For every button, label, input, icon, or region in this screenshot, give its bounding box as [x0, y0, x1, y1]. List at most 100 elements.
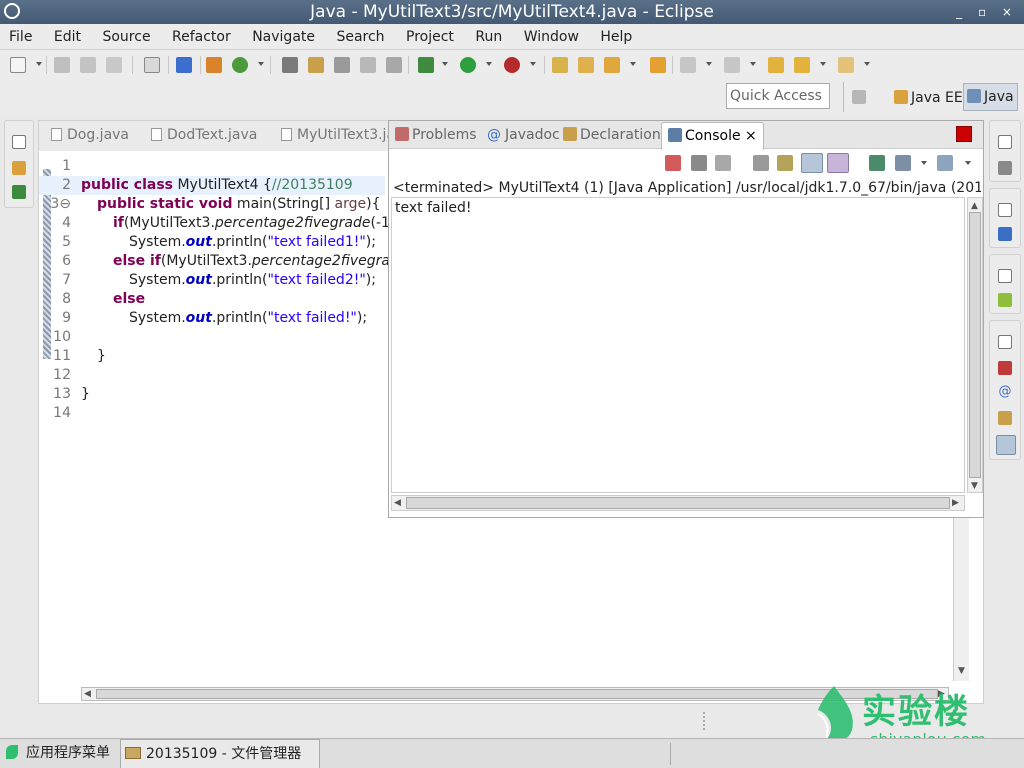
- console-icon[interactable]: [996, 435, 1016, 455]
- console-output[interactable]: text failed!: [391, 197, 965, 493]
- outline-icon[interactable]: [998, 227, 1012, 241]
- pin-console-icon[interactable]: [869, 155, 885, 171]
- menu-file[interactable]: File: [0, 24, 40, 50]
- brush-icon[interactable]: [308, 57, 324, 73]
- console-horizontal-scrollbar[interactable]: ◀ ▶: [391, 495, 965, 511]
- last-edit-icon[interactable]: [768, 57, 784, 73]
- tab-javadoc[interactable]: @ Javadoc: [487, 127, 560, 143]
- tab-problems[interactable]: Problems: [395, 127, 477, 143]
- code-area[interactable]: 1 2 public class MyUtilText4 {//20135109 …: [39, 157, 422, 427]
- javadoc-icon[interactable]: @: [998, 385, 1012, 399]
- tab-console[interactable]: Console ×: [661, 122, 764, 150]
- restore-icon[interactable]: [998, 269, 1012, 283]
- run-dropdown-icon[interactable]: [486, 62, 492, 66]
- menu-run[interactable]: Run: [466, 24, 510, 50]
- menu-project[interactable]: Project: [397, 24, 462, 50]
- prev-dropdown-icon[interactable]: [750, 62, 756, 66]
- perspective-java-button[interactable]: Java: [963, 83, 1018, 111]
- menu-refactor[interactable]: Refactor: [163, 24, 239, 50]
- junit-icon[interactable]: [12, 185, 26, 199]
- external-dropdown-icon[interactable]: [530, 62, 536, 66]
- scroll-thumb[interactable]: [969, 212, 981, 478]
- leaf-icon[interactable]: [998, 293, 1012, 307]
- menu-search[interactable]: Search: [327, 24, 392, 50]
- back-icon[interactable]: [794, 57, 810, 73]
- close-icon[interactable]: ×: [745, 128, 757, 144]
- refresh-icon[interactable]: [232, 57, 248, 73]
- open-console-icon[interactable]: [937, 155, 953, 171]
- annotation-icon[interactable]: [650, 57, 666, 73]
- scroll-left-icon[interactable]: ◀: [84, 688, 91, 700]
- new-dropdown-icon[interactable]: [36, 62, 42, 66]
- binary-icon[interactable]: [144, 57, 160, 73]
- block-icon[interactable]: [386, 57, 402, 73]
- open-type-icon[interactable]: [552, 57, 568, 73]
- task-dropdown-icon[interactable]: [630, 62, 636, 66]
- package-icon[interactable]: [206, 57, 222, 73]
- save-all-icon[interactable]: [80, 57, 96, 73]
- display-dropdown-icon[interactable]: [921, 161, 927, 165]
- clear-console-icon[interactable]: [753, 155, 769, 171]
- forward-dropdown-icon[interactable]: [864, 62, 870, 66]
- show-stdout-icon[interactable]: [801, 153, 823, 173]
- perspective-javaee-button[interactable]: Java EE: [894, 87, 963, 109]
- tab-dodtext-java[interactable]: DodText.java: [151, 127, 257, 143]
- format-icon[interactable]: [360, 57, 376, 73]
- open-folder-icon[interactable]: [578, 57, 594, 73]
- tab-myutiltext3-java[interactable]: MyUtilText3.ja: [281, 127, 395, 143]
- display-console-icon[interactable]: [895, 155, 911, 171]
- pin-icon[interactable]: [176, 57, 192, 73]
- debug-icon[interactable]: [418, 57, 434, 73]
- problems-icon[interactable]: [998, 361, 1012, 375]
- tab-dog-java[interactable]: Dog.java: [51, 127, 129, 143]
- back-dropdown-icon[interactable]: [820, 62, 826, 66]
- save-icon[interactable]: [54, 57, 70, 73]
- scroll-lock-icon[interactable]: [777, 155, 793, 171]
- scroll-thumb[interactable]: [406, 497, 950, 509]
- forward-icon[interactable]: [838, 57, 854, 73]
- console-vertical-scrollbar[interactable]: ▲ ▼: [967, 197, 983, 493]
- terminate-icon[interactable]: [665, 155, 681, 171]
- scroll-right-icon[interactable]: ▶: [952, 497, 959, 509]
- refresh-dropdown-icon[interactable]: [258, 62, 264, 66]
- debug-dropdown-icon[interactable]: [442, 62, 448, 66]
- editor-vertical-scrollbar[interactable]: ▼: [953, 511, 969, 681]
- quick-access-input[interactable]: Quick Access: [726, 83, 830, 109]
- menu-navigate[interactable]: Navigate: [243, 24, 323, 50]
- package-explorer-icon[interactable]: [12, 161, 26, 175]
- print-icon[interactable]: [106, 57, 122, 73]
- taskbar-window-file-manager[interactable]: 20135109 - 文件管理器: [120, 739, 320, 768]
- prev-annotation-icon[interactable]: [724, 57, 740, 73]
- search-refs-icon[interactable]: [282, 57, 298, 73]
- scroll-down-icon[interactable]: ▼: [958, 665, 965, 677]
- declaration-icon[interactable]: [998, 411, 1012, 425]
- restore-icon[interactable]: [12, 135, 26, 149]
- restore-icon[interactable]: [998, 335, 1012, 349]
- scroll-left-icon[interactable]: ◀: [394, 497, 401, 509]
- open-task-icon[interactable]: [604, 57, 620, 73]
- menu-source[interactable]: Source: [93, 24, 158, 50]
- task-list-icon[interactable]: [998, 161, 1012, 175]
- open-perspective-button[interactable]: [852, 87, 869, 109]
- run-external-icon[interactable]: [504, 57, 520, 73]
- menu-window[interactable]: Window: [515, 24, 587, 50]
- window-controls[interactable]: _ ▫ ×: [956, 0, 1018, 24]
- menu-help[interactable]: Help: [591, 24, 640, 50]
- remove-launch-icon[interactable]: [691, 155, 707, 171]
- run-icon[interactable]: [460, 57, 476, 73]
- show-stderr-icon[interactable]: [827, 153, 849, 173]
- restore-view-icon[interactable]: [956, 126, 972, 142]
- next-annotation-icon[interactable]: [680, 57, 696, 73]
- next-dropdown-icon[interactable]: [706, 62, 712, 66]
- app-menu-button[interactable]: 应用程序菜单: [6, 739, 110, 768]
- restore-icon[interactable]: [998, 203, 1012, 217]
- toggle-icon[interactable]: [334, 57, 350, 73]
- scroll-down-icon[interactable]: ▼: [971, 480, 978, 492]
- menu-edit[interactable]: Edit: [45, 24, 89, 50]
- restore-icon[interactable]: [998, 135, 1012, 149]
- tab-declaration[interactable]: Declaration: [563, 127, 661, 143]
- scroll-up-icon[interactable]: ▲: [971, 200, 978, 212]
- remove-all-icon[interactable]: [715, 155, 731, 171]
- new-icon[interactable]: [10, 57, 26, 73]
- open-console-dropdown-icon[interactable]: [965, 161, 971, 165]
